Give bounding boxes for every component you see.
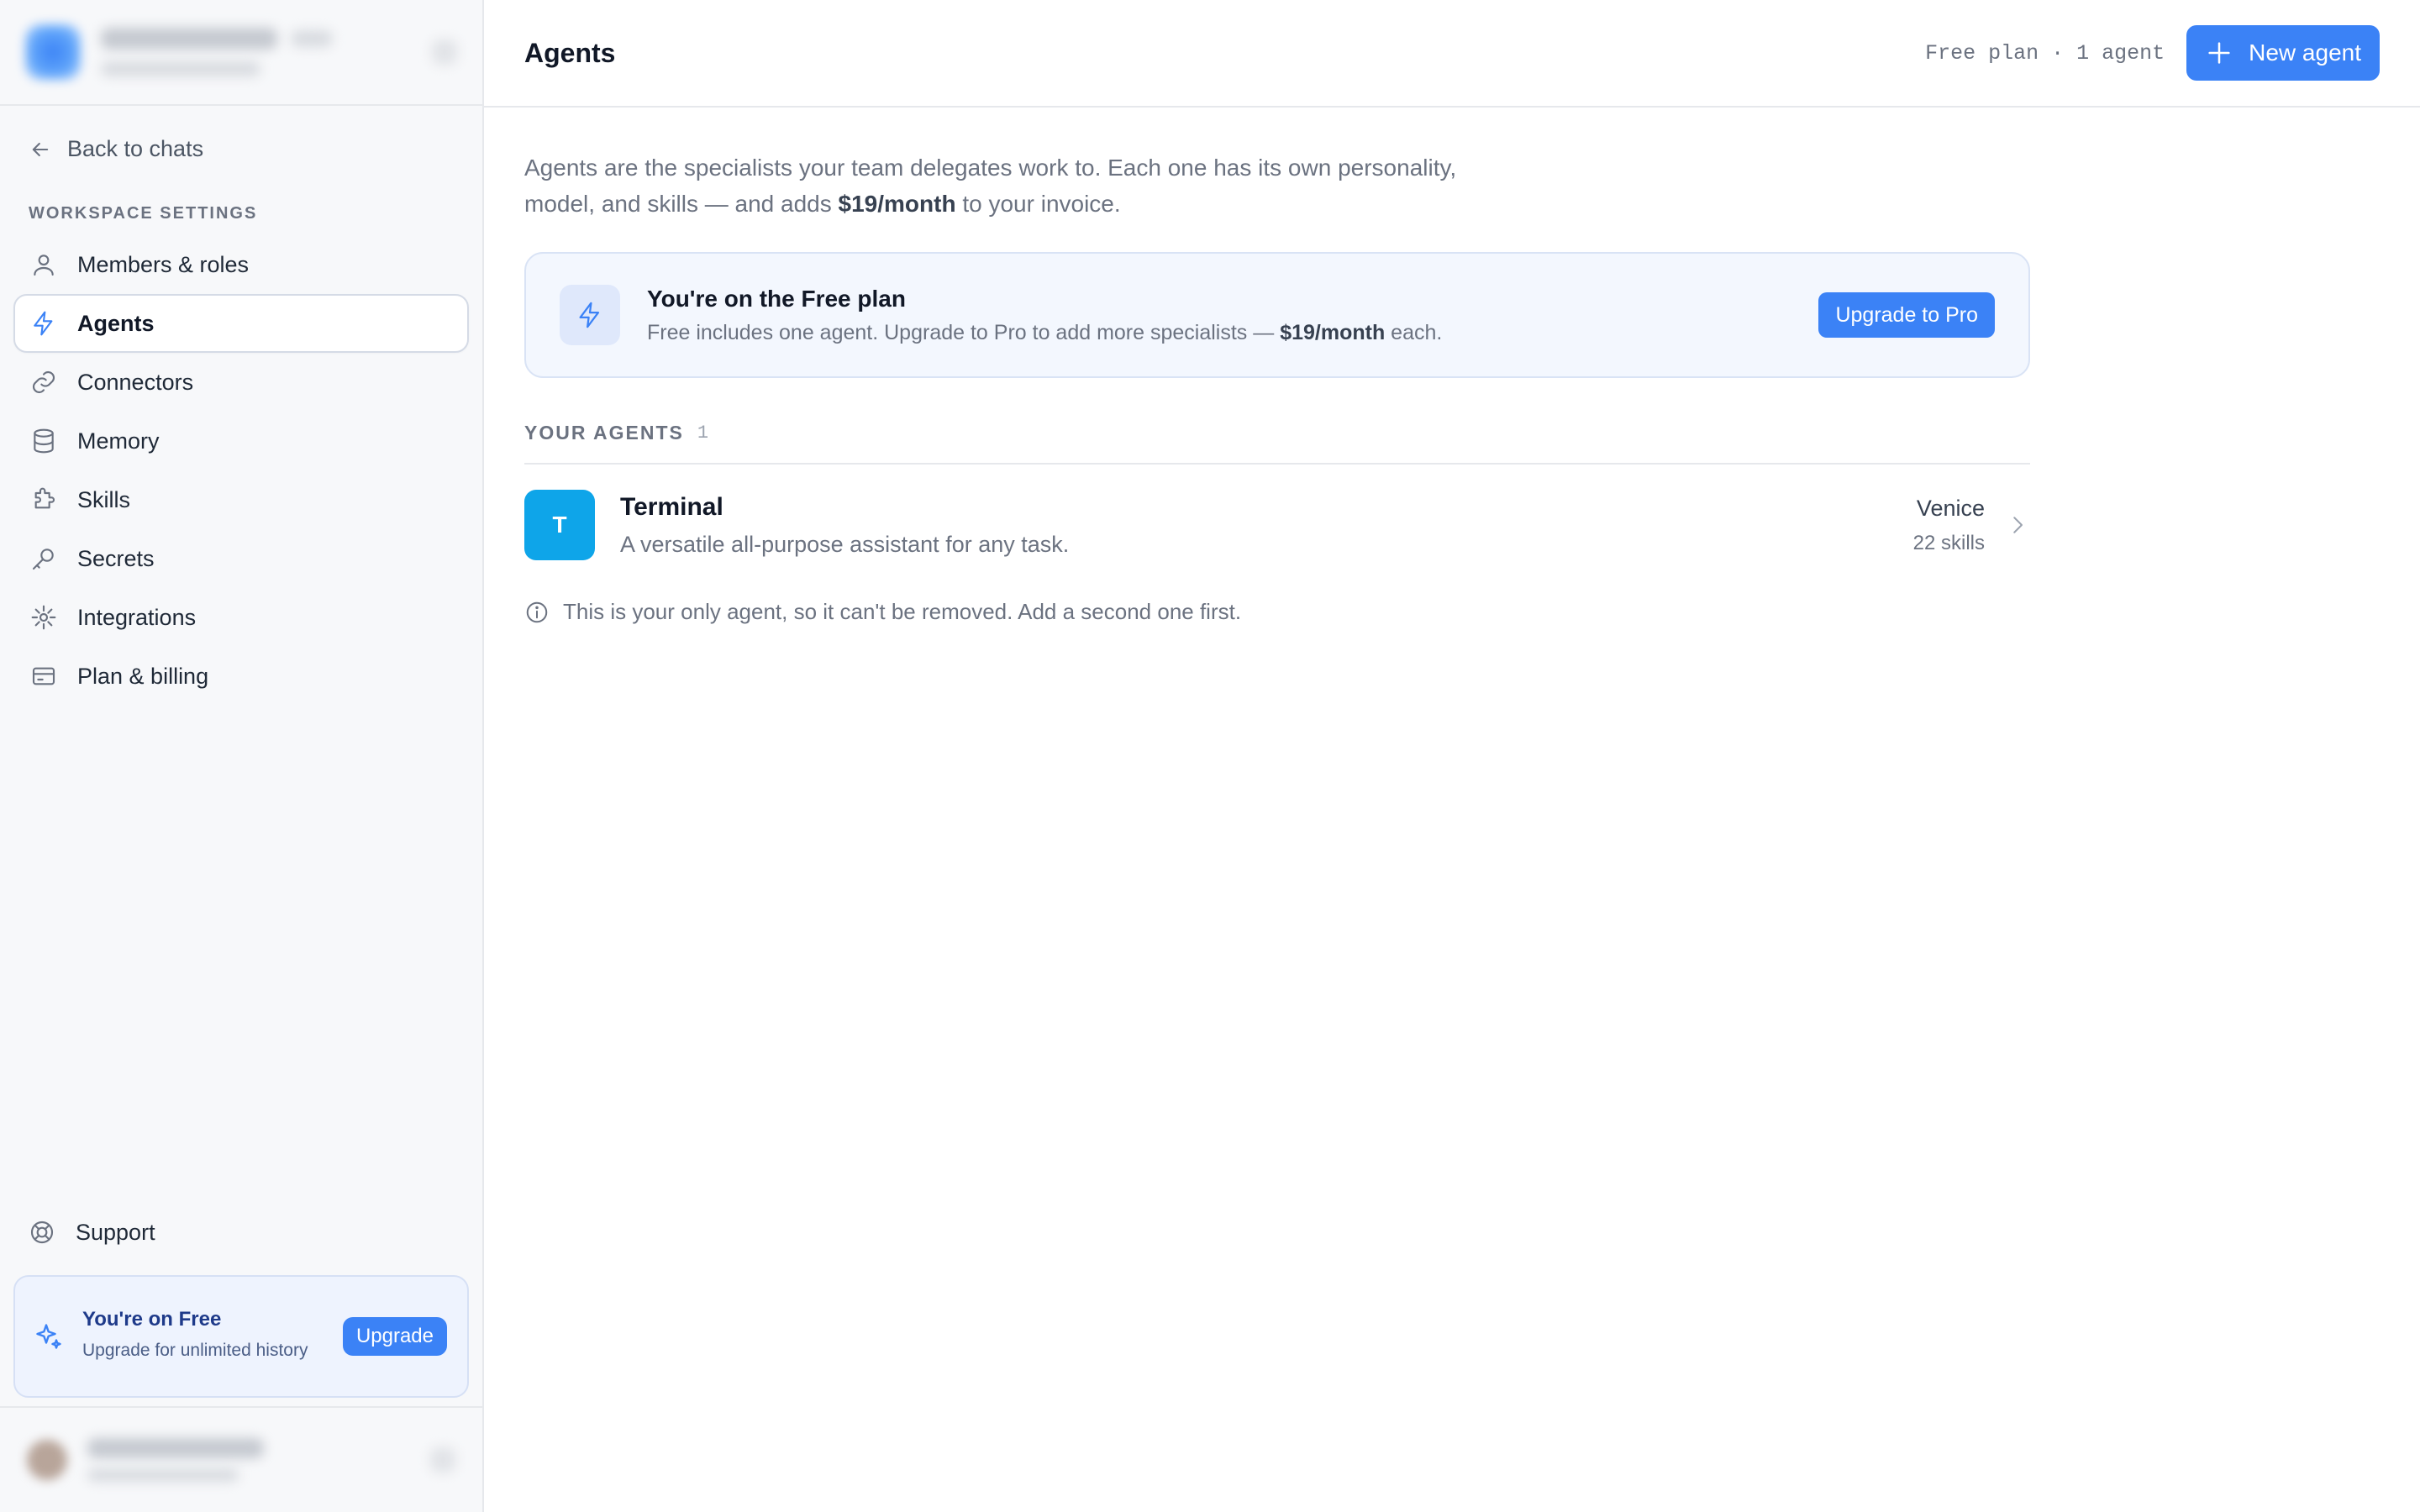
support-label: Support xyxy=(76,1219,155,1245)
chevron-right-icon[interactable] xyxy=(2005,512,2030,538)
sidebar-bottom: Support You're on Free Upgrade for unlim… xyxy=(0,1203,482,1512)
link-icon xyxy=(32,370,55,394)
user-account-menu[interactable] xyxy=(0,1406,482,1512)
agent-meta: Venice 22 skills xyxy=(1913,496,1985,555)
upgrade-card: You're on Free Upgrade for unlimited his… xyxy=(13,1275,469,1398)
agent-skills-count: 22 skills xyxy=(1912,531,1985,554)
sidebar-item-members-roles[interactable]: Members & roles xyxy=(13,235,469,294)
info-icon xyxy=(526,601,548,622)
settings-nav: Members & roles Agents Connectors Memory… xyxy=(0,235,482,706)
your-agents-heading: YOUR AGENTS 1 xyxy=(524,422,1990,444)
sidebar-item-label: Connectors xyxy=(77,369,194,395)
agents-intro: Agents are the specialists your team del… xyxy=(524,150,1533,222)
page-header: Agents Free plan · 1 agent New agent xyxy=(484,0,2420,108)
agents-count-badge: 1 xyxy=(697,423,709,444)
sidebar-item-secrets[interactable]: Secrets xyxy=(13,529,469,588)
intro-price: $19/month xyxy=(838,191,956,217)
sidebar-item-agents[interactable]: Agents xyxy=(13,294,469,353)
plug-icon xyxy=(31,605,56,630)
plan-sub-price: $19/month xyxy=(1280,320,1386,344)
workspace-logo xyxy=(25,24,81,80)
agents-content: Agents are the specialists your team del… xyxy=(484,108,2030,625)
workspace-subtitle-redacted xyxy=(101,61,260,76)
plan-icon-box xyxy=(560,285,620,345)
agent-info: Terminal A versatile all-purpose assista… xyxy=(620,493,1069,558)
upgrade-to-pro-button[interactable]: Upgrade to Pro xyxy=(1818,292,1995,338)
sparkles-icon xyxy=(36,1324,61,1349)
workspace-menu-icon[interactable] xyxy=(432,39,457,65)
new-agent-label: New agent xyxy=(2249,39,2361,66)
plan-card-text: You're on the Free plan Free includes on… xyxy=(647,286,1442,345)
agent-description: A versatile all-purpose assistant for an… xyxy=(620,531,1070,557)
sidebar-item-skills[interactable]: Skills xyxy=(13,470,469,529)
page-title: Agents xyxy=(524,37,616,68)
agent-name: Terminal xyxy=(620,492,723,521)
plus-icon xyxy=(2208,42,2230,64)
sidebar-item-integrations[interactable]: Integrations xyxy=(13,588,469,647)
plan-sub-before: Free includes one agent. Upgrade to Pro … xyxy=(647,320,1281,344)
puzzle-icon xyxy=(34,487,55,509)
plan-card-subtitle: Free includes one agent. Upgrade to Pro … xyxy=(647,321,1442,345)
back-to-chats-link[interactable]: Back to chats xyxy=(13,123,469,176)
upgrade-card-text: You're on Free Upgrade for unlimited his… xyxy=(82,1308,324,1365)
arrow-left-icon xyxy=(32,142,49,156)
key-icon xyxy=(32,549,54,570)
sidebar-item-label: Plan & billing xyxy=(77,663,209,689)
support-link[interactable]: Support xyxy=(13,1203,469,1262)
bolt-icon xyxy=(34,311,53,336)
only-agent-note-text: This is your only agent, so it can't be … xyxy=(563,599,1242,624)
agent-avatar: T xyxy=(524,490,595,560)
plan-sub-after: each. xyxy=(1385,320,1443,344)
user-menu-icon[interactable] xyxy=(430,1447,455,1473)
plan-summary: Free plan · 1 agent xyxy=(1925,40,2165,66)
sidebar-item-label: Members & roles xyxy=(77,251,250,277)
only-agent-note: This is your only agent, so it can't be … xyxy=(524,599,1990,625)
credit-card-icon xyxy=(32,667,55,685)
sidebar-item-label: Agents xyxy=(77,310,155,336)
user-icon xyxy=(34,255,54,276)
main-panel: Agents Free plan · 1 agent New agent Age… xyxy=(484,0,2420,1512)
intro-text-after: to your invoice. xyxy=(955,191,1121,217)
back-to-chats-label: Back to chats xyxy=(67,136,204,161)
workspace-name-blurred xyxy=(101,28,333,76)
bolt-icon xyxy=(579,302,600,328)
new-agent-button[interactable]: New agent xyxy=(2186,25,2380,81)
avatar xyxy=(27,1440,67,1480)
sidebar-item-label: Skills xyxy=(77,486,131,512)
database-icon xyxy=(34,428,54,454)
sidebar-item-label: Secrets xyxy=(77,545,155,571)
workspace-settings-label: WORKSPACE SETTINGS xyxy=(29,204,258,223)
upgrade-button[interactable]: Upgrade xyxy=(342,1317,447,1356)
user-info-blurred xyxy=(87,1438,264,1482)
sidebar-item-connectors[interactable]: Connectors xyxy=(13,353,469,412)
sidebar-item-plan-billing[interactable]: Plan & billing xyxy=(13,647,469,706)
sidebar-item-label: Memory xyxy=(77,428,160,454)
user-name-redacted xyxy=(87,1438,264,1458)
free-plan-card: You're on the Free plan Free includes on… xyxy=(524,252,2030,378)
sidebar-item-memory[interactable]: Memory xyxy=(13,412,469,470)
your-agents-label: YOUR AGENTS xyxy=(524,422,684,444)
user-email-redacted xyxy=(87,1468,239,1482)
agent-model: Venice xyxy=(1916,495,1985,521)
app-root: Back to chats WORKSPACE SETTINGS Members… xyxy=(0,0,2420,1512)
upgrade-card-title: You're on Free xyxy=(82,1308,222,1331)
header-actions: Free plan · 1 agent New agent xyxy=(1925,25,2380,81)
plan-card-title: You're on the Free plan xyxy=(647,285,906,312)
workspace-tag-redacted xyxy=(291,30,333,47)
sidebar-item-label: Integrations xyxy=(77,604,197,630)
upgrade-card-subtitle: Upgrade for unlimited history xyxy=(82,1341,308,1360)
workspace-switcher[interactable] xyxy=(0,0,482,106)
agent-row-terminal[interactable]: T Terminal A versatile all-purpose assis… xyxy=(524,465,2030,585)
workspace-name-redacted xyxy=(101,28,277,50)
lifebuoy-icon xyxy=(30,1221,54,1244)
sidebar: Back to chats WORKSPACE SETTINGS Members… xyxy=(0,0,484,1512)
